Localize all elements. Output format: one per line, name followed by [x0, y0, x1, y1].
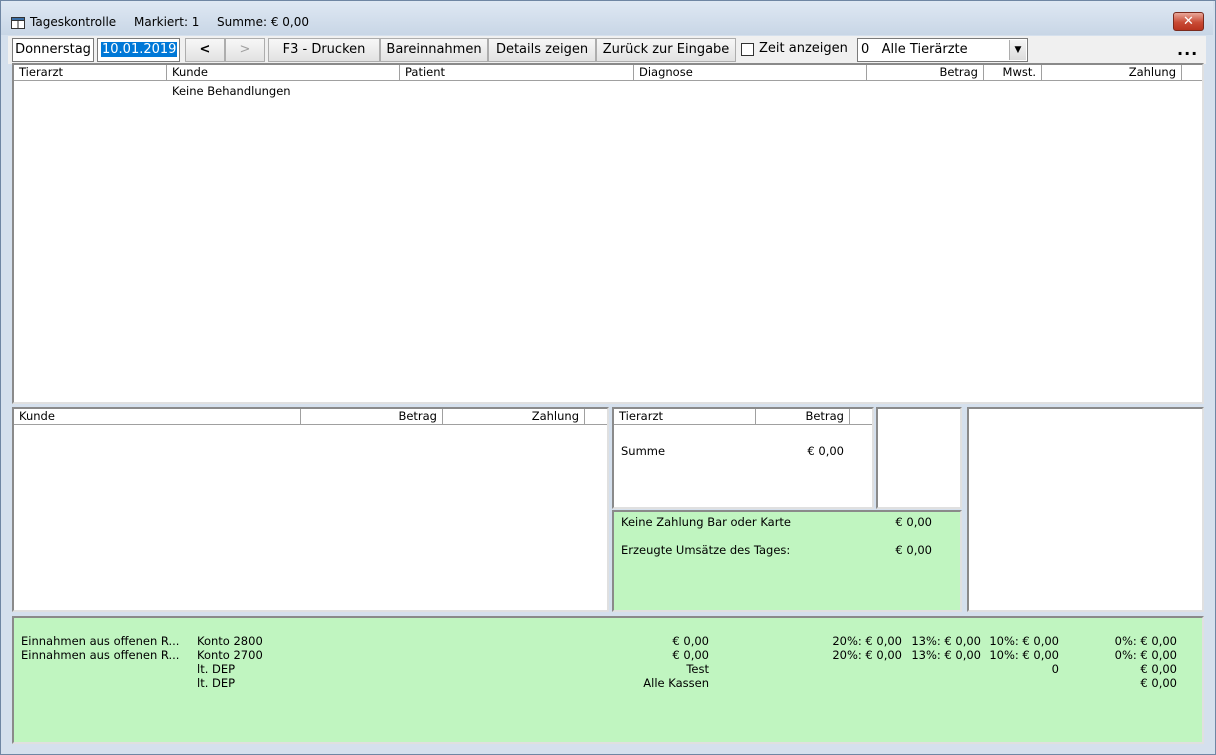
show-details-button[interactable]: Details zeigen [488, 38, 596, 62]
vet-sum-label: Summe [621, 444, 666, 458]
vet-select[interactable]: 0 Alle Tierärzte [857, 38, 1028, 62]
footer-amount: Test [686, 662, 709, 676]
col-betrag[interactable]: Betrag [867, 65, 984, 81]
col-betrag[interactable]: Betrag [301, 409, 443, 425]
footer-vat-0: € 0,00 [1140, 662, 1177, 676]
empty-treatments-text: Keine Behandlungen [172, 84, 291, 98]
footer-vat-10: 0 [1051, 662, 1059, 676]
footer-vat-20: 20%: € 0,00 [832, 648, 902, 662]
customers-table[interactable]: Kunde Betrag Zahlung [12, 407, 609, 612]
footer-vat-13: 13%: € 0,00 [911, 648, 981, 662]
footer-account: lt. DEP [197, 676, 236, 690]
vet-sum-value: € 0,00 [807, 444, 844, 458]
footer-amount: € 0,00 [672, 648, 709, 662]
prev-day-button[interactable]: < [185, 38, 225, 62]
date-input[interactable]: 10.01.2019 [97, 38, 180, 62]
close-button[interactable]: ✕ [1173, 12, 1204, 31]
chevron-down-icon[interactable]: ▼ [1009, 40, 1026, 60]
treatments-table[interactable]: Tierarzt Kunde Patient Diagnose Betrag M… [12, 63, 1204, 404]
show-time-checkbox[interactable] [741, 43, 754, 56]
footer-account: Konto 2700 [197, 648, 263, 662]
app-icon [11, 14, 25, 29]
footer-amount: € 0,00 [672, 634, 709, 648]
revenue-label: Erzeugte Umsätze des Tages: [621, 543, 791, 557]
footer-desc: Einnahmen aus offenen R... [21, 634, 180, 648]
footer-amount: Alle Kassen [643, 676, 709, 690]
blank-panel [876, 407, 962, 509]
right-blank-panel [967, 407, 1204, 612]
col-kunde[interactable]: Kunde [14, 409, 301, 425]
cash-income-button[interactable]: Bareinnahmen [380, 38, 488, 62]
footer-vat-10: 10%: € 0,00 [989, 634, 1059, 648]
revenue-value: € 0,00 [895, 543, 932, 557]
col-kunde[interactable]: Kunde [167, 65, 400, 81]
more-options-button[interactable]: ... [1177, 40, 1198, 59]
footer-desc: Einnahmen aus offenen R... [21, 648, 180, 662]
weekday-label: Donnerstag [12, 38, 94, 62]
footer-vat-13: 13%: € 0,00 [911, 634, 981, 648]
vet-header: Tierarzt Betrag [614, 409, 872, 425]
col-zahlung[interactable]: Zahlung [1042, 65, 1182, 81]
no-payment-value: € 0,00 [895, 515, 932, 529]
footer-summary-panel: Einnahmen aus offenen R... Konto 2800 € … [12, 616, 1204, 744]
col-tierarzt[interactable]: Tierarzt [14, 65, 167, 81]
treatments-header: Tierarzt Kunde Patient Diagnose Betrag M… [14, 65, 1202, 81]
customers-header: Kunde Betrag Zahlung [14, 409, 607, 425]
no-payment-label: Keine Zahlung Bar oder Karte [621, 515, 792, 529]
footer-vat-0: 0%: € 0,00 [1114, 648, 1177, 662]
footer-vat-20: 20%: € 0,00 [832, 634, 902, 648]
marked-count: Markiert: 1 [134, 15, 200, 29]
title-sum: Summe: € 0,00 [217, 15, 310, 29]
col-mwst[interactable]: Mwst. [984, 65, 1042, 81]
day-summary-panel: Keine Zahlung Bar oder Karte € 0,00 Erze… [612, 510, 962, 612]
close-icon: ✕ [1183, 14, 1194, 29]
print-button[interactable]: F3 - Drucken [268, 38, 380, 62]
footer-vat-0: 0%: € 0,00 [1114, 634, 1177, 648]
window-title: Tageskontrolle [30, 15, 117, 29]
back-to-entry-button[interactable]: Zurück zur Eingabe [596, 38, 736, 62]
col-diagnose[interactable]: Diagnose [634, 65, 867, 81]
footer-vat-10: 10%: € 0,00 [989, 648, 1059, 662]
next-day-button[interactable]: > [225, 38, 265, 62]
vet-sum-table[interactable]: Tierarzt Betrag Summe € 0,00 [612, 407, 874, 509]
footer-vat-0: € 0,00 [1140, 676, 1177, 690]
show-time-label[interactable]: Zeit anzeigen [759, 41, 848, 56]
col-betrag[interactable]: Betrag [756, 409, 850, 425]
footer-account: Konto 2800 [197, 634, 263, 648]
col-tierarzt[interactable]: Tierarzt [614, 409, 756, 425]
date-value: 10.01.2019 [101, 42, 178, 57]
footer-account: lt. DEP [197, 662, 236, 676]
col-zahlung[interactable]: Zahlung [443, 409, 585, 425]
col-patient[interactable]: Patient [400, 65, 634, 81]
